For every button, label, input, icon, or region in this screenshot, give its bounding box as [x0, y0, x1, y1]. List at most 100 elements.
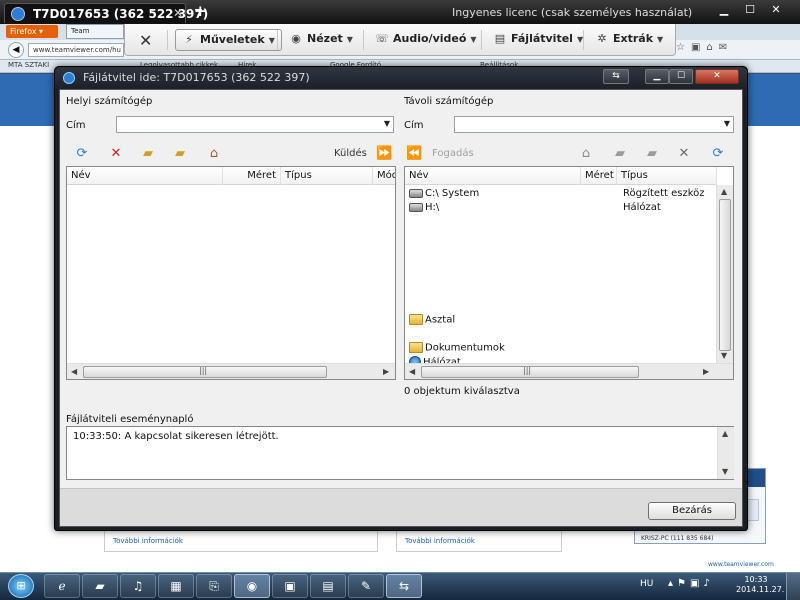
list-item[interactable]: C:\ System Rögzített eszköz: [409, 188, 709, 202]
scroll-thumb[interactable]: [719, 199, 731, 351]
browser-tab[interactable]: Team: [66, 24, 124, 39]
new-folder-icon[interactable]: ▰: [140, 146, 156, 162]
column-header-type[interactable]: Típus: [281, 167, 373, 185]
refresh-icon[interactable]: ⟳: [74, 146, 90, 162]
back-arrow-icon[interactable]: ◀: [8, 42, 24, 58]
bookmark-item[interactable]: MTA SZTAKI: [8, 61, 49, 69]
toolbar-audio-video-menu[interactable]: ☏ Audio/videó ▼: [369, 29, 483, 51]
scroll-up-icon[interactable]: ▲: [721, 187, 727, 196]
list-item[interactable]: Dokumentumok: [409, 342, 709, 356]
system-tray-icons[interactable]: ▴⚑▣♪: [668, 578, 714, 589]
scroll-up-icon[interactable]: ▲: [722, 429, 728, 438]
language-indicator[interactable]: HU: [640, 579, 653, 589]
delete-icon[interactable]: ✕: [676, 146, 692, 162]
dropdown-arrow-icon[interactable]: ▼: [384, 119, 390, 128]
clock[interactable]: 10:33 2014.11.27.: [736, 575, 784, 595]
home-icon[interactable]: ⌂: [206, 146, 222, 162]
log-vertical-scrollbar[interactable]: ▲ ▼: [717, 427, 734, 479]
toolbar-separator: [167, 30, 168, 50]
chevron-down-icon: ▼: [268, 36, 275, 45]
scroll-right-icon[interactable]: ▶: [383, 367, 389, 376]
start-button[interactable]: ⊞: [8, 574, 34, 598]
scroll-right-icon[interactable]: ▶: [703, 367, 709, 376]
column-header-name[interactable]: Név: [405, 167, 581, 185]
more-info-link[interactable]: További információk: [396, 530, 562, 552]
dropdown-arrow-icon[interactable]: ▼: [724, 119, 730, 128]
delete-icon[interactable]: ✕: [108, 146, 124, 162]
local-pane-title: Helyi számítógép: [66, 96, 153, 107]
remote-vertical-scrollbar[interactable]: ▲ ▼: [716, 185, 733, 363]
scroll-down-icon[interactable]: ▼: [722, 467, 728, 476]
taskbar-window-icon[interactable]: ▣: [272, 574, 308, 598]
more-info-link[interactable]: További információk: [104, 530, 378, 552]
scroll-left-icon[interactable]: ◀: [409, 367, 415, 376]
home-icon[interactable]: ⌂: [578, 146, 594, 162]
taskbar-tool-icon[interactable]: ✎: [348, 574, 384, 598]
window-minimize-button[interactable]: ▁: [645, 69, 669, 84]
drive-icon: [409, 188, 423, 198]
window-titlebar[interactable]: Fájlátvitel ide: T7D017653 (362 522 397)…: [55, 67, 747, 89]
column-header-size[interactable]: Méret: [581, 167, 617, 185]
session-tab[interactable]: T7D017653 (362 522 397) ✕: [4, 3, 208, 23]
scroll-down-icon[interactable]: ▼: [721, 351, 727, 360]
local-file-list[interactable]: Név Méret Típus Mód ◀ ||| ▶: [66, 166, 396, 380]
parent-folder-icon[interactable]: ▰: [172, 146, 188, 162]
url-bar[interactable]: www.teamviewer.com/hu: [28, 43, 124, 57]
window-extra-button[interactable]: ⇆: [603, 69, 629, 84]
local-horizontal-scrollbar[interactable]: ◀ ||| ▶: [67, 363, 395, 379]
event-log-box[interactable]: 10:33:50: A kapcsolat sikeresen létrejöt…: [66, 426, 734, 480]
folder-icon: [409, 342, 423, 353]
remote-address-combo[interactable]: ▼: [454, 116, 734, 133]
taskbar-teamviewer-icon[interactable]: ⇆: [386, 574, 422, 598]
receive-arrow-icon[interactable]: ⏪: [406, 146, 422, 162]
teamviewer-logo-icon: [11, 7, 25, 21]
column-header-type[interactable]: Típus: [617, 167, 717, 185]
toolbar-actions-menu[interactable]: ⚡ Műveletek ▼: [175, 29, 282, 51]
browser-toolbar-icons[interactable]: ☆▣⌂✉: [676, 42, 796, 58]
network-drive-icon: [409, 202, 423, 212]
firefox-menu-button[interactable]: Firefox ▾: [6, 25, 58, 38]
new-session-tab-button[interactable]: +: [194, 2, 207, 20]
window-maximize-button[interactable]: ☐: [669, 69, 693, 84]
selection-status: 0 objektum kiválasztva: [404, 386, 520, 397]
taskbar-ie-icon[interactable]: ℯ: [44, 574, 80, 598]
column-header-modified[interactable]: Mód: [373, 167, 395, 185]
scroll-left-icon[interactable]: ◀: [71, 367, 77, 376]
window-close-button[interactable]: ✕: [695, 69, 739, 84]
taskbar-media-icon[interactable]: ♫: [120, 574, 156, 598]
taskbar-explorer-icon[interactable]: ▰: [82, 574, 118, 598]
send-arrow-icon[interactable]: ⏩: [376, 146, 392, 162]
tv-maximize-button[interactable]: ☐: [740, 2, 760, 20]
toolbar-view-menu[interactable]: ◉ Nézet ▼: [283, 29, 359, 51]
toolbar-extras-menu[interactable]: ✲ Extrák ▼: [589, 29, 669, 51]
remote-horizontal-scrollbar[interactable]: ◀ ||| ▶: [405, 363, 733, 379]
tv-close-button[interactable]: ✕: [766, 2, 786, 20]
new-folder-icon[interactable]: ▰: [644, 146, 660, 162]
send-label[interactable]: Küldés: [334, 148, 367, 159]
column-header-name[interactable]: Név: [67, 167, 223, 185]
parent-folder-icon[interactable]: ▰: [612, 146, 628, 162]
item-type: Hálózat: [623, 202, 661, 213]
taskbar-network-icon[interactable]: ⎘: [196, 574, 232, 598]
popup-link[interactable]: www.teamviewer.com: [708, 561, 774, 568]
refresh-icon[interactable]: ⟳: [710, 146, 726, 162]
taskbar-firefox-icon[interactable]: ◉: [234, 574, 270, 598]
close-dialog-button[interactable]: Bezárás: [648, 502, 736, 520]
license-label: Ingyenes licenc (csak személyes használa…: [452, 6, 693, 19]
toolbar-audio-video-label: Audio/videó: [393, 32, 467, 45]
local-address-combo[interactable]: ▼: [116, 116, 394, 133]
session-tab-close-icon[interactable]: ✕: [173, 6, 183, 20]
column-header-size[interactable]: Méret: [223, 167, 281, 185]
taskbar-save-icon[interactable]: ▤: [310, 574, 346, 598]
end-session-close-icon[interactable]: ✕: [139, 31, 152, 50]
list-item[interactable]: H:\ Hálózat: [409, 202, 709, 216]
toolbar-file-transfer-menu[interactable]: ▤ Fájlátvitel ▼: [487, 29, 589, 51]
receive-label[interactable]: Fogadás: [432, 148, 474, 159]
toolbar-separator: [363, 30, 364, 50]
tv-minimize-button[interactable]: ▁: [714, 2, 734, 20]
taskbar-app-icon[interactable]: ▦: [158, 574, 194, 598]
file-transfer-window: Fájlátvitel ide: T7D017653 (362 522 397)…: [54, 66, 748, 531]
show-desktop-button[interactable]: [786, 573, 800, 600]
remote-file-list[interactable]: Név Méret Típus C:\ System Rögzített esz…: [404, 166, 734, 380]
list-item[interactable]: Asztal: [409, 314, 709, 328]
